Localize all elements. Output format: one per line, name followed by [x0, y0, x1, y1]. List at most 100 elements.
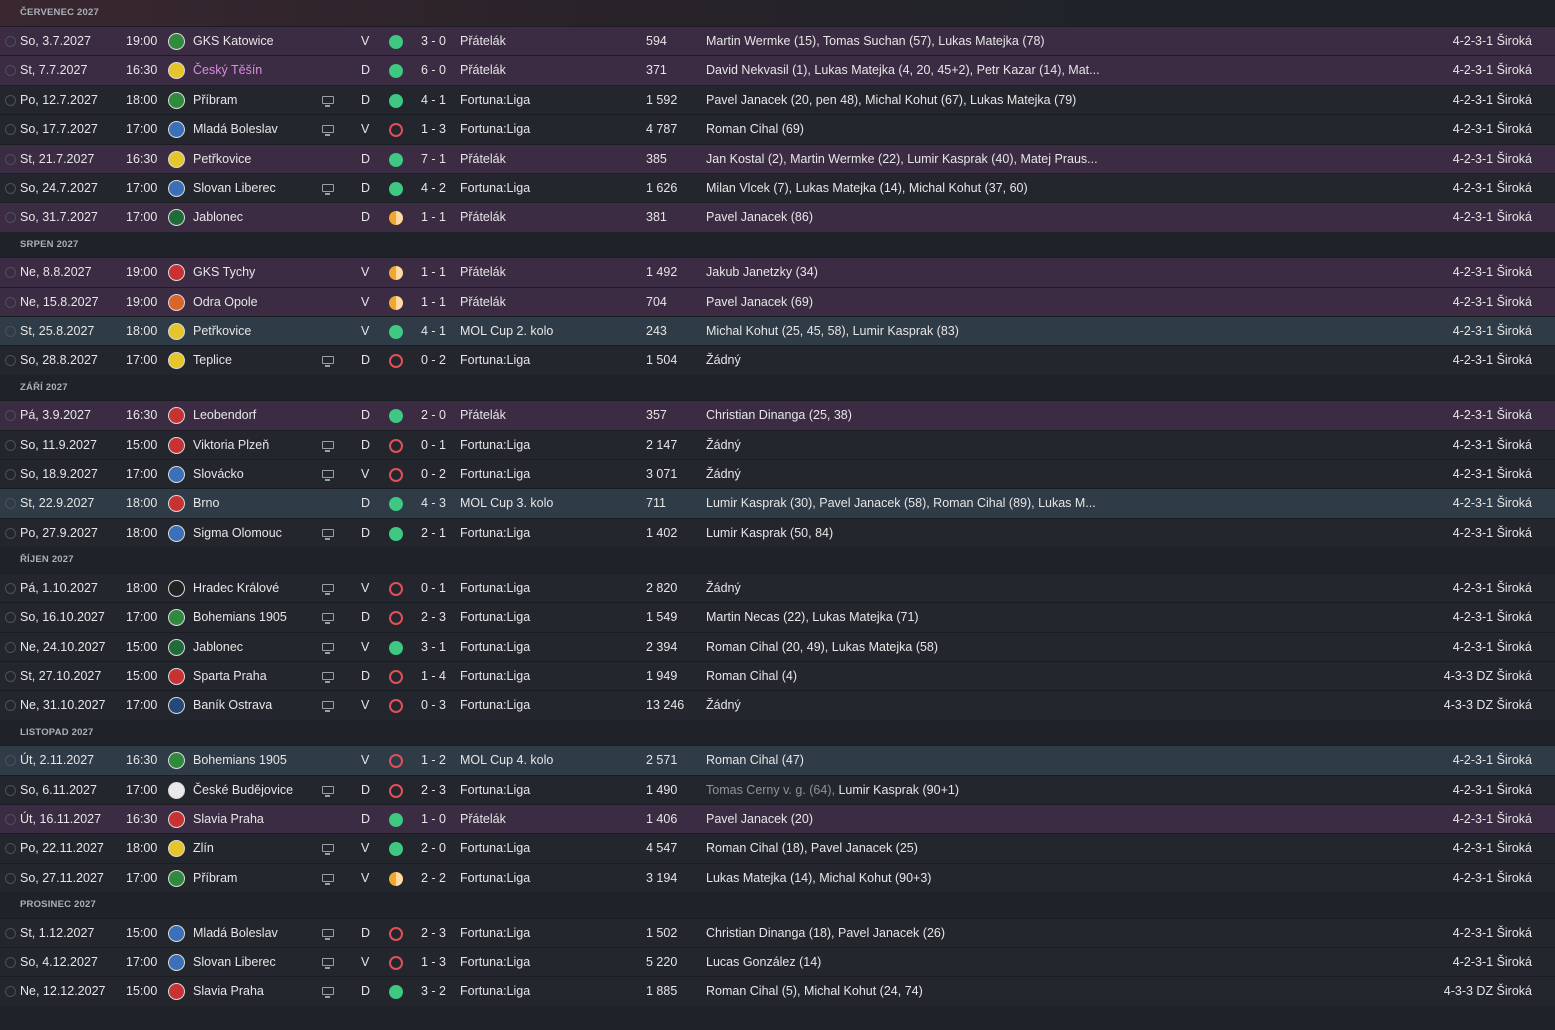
row-check-icon[interactable] — [5, 355, 16, 367]
row-check-icon[interactable] — [5, 326, 16, 338]
score[interactable]: 1 - 1 — [421, 288, 446, 317]
fixture-row[interactable]: So, 3.7.2027 19:00 GKS Katowice V 3 - 0 Přáte… — [0, 26, 1555, 56]
opponent-link[interactable]: Brno — [193, 489, 219, 518]
score[interactable]: 7 - 1 — [421, 145, 446, 174]
fixture-row[interactable]: St, 25.8.2027 18:00 Petřkovice V 4 - 1 MOL Cu… — [0, 316, 1555, 346]
score[interactable]: 4 - 1 — [421, 317, 446, 346]
score[interactable]: 0 - 2 — [421, 346, 446, 375]
competition[interactable]: Přátelák — [460, 288, 506, 317]
fixture-row[interactable]: Po, 12.7.2027 18:00 Příbram D 4 - 1 Fortuna:L… — [0, 84, 1555, 115]
competition[interactable]: Fortuna:Liga — [460, 864, 530, 893]
opponent-link[interactable]: Slovan Liberec — [193, 174, 276, 203]
score[interactable]: 3 - 0 — [421, 27, 446, 56]
competition[interactable]: Fortuna:Liga — [460, 86, 530, 115]
score[interactable]: 0 - 3 — [421, 691, 446, 720]
score[interactable]: 6 - 0 — [421, 56, 446, 85]
score[interactable]: 2 - 0 — [421, 401, 446, 430]
fixture-row[interactable]: So, 24.7.2027 17:00 Slovan Liberec D 4 - 2 Fo… — [0, 172, 1555, 203]
competition[interactable]: Fortuna:Liga — [460, 776, 530, 805]
opponent-link[interactable]: Baník Ostrava — [193, 691, 272, 720]
competition[interactable]: Fortuna:Liga — [460, 519, 530, 548]
opponent-link[interactable]: Slovan Liberec — [193, 948, 276, 977]
fixture-row[interactable]: Po, 22.11.2027 18:00 Zlín V 2 - 0 Fortuna:Lig… — [0, 833, 1555, 863]
competition[interactable]: Přátelák — [460, 805, 506, 834]
fixture-row[interactable]: So, 11.9.2027 15:00 Viktoria Plzeň D 0 - 1 Fo… — [0, 429, 1555, 460]
fixture-row[interactable]: Pá, 1.10.2027 18:00 Hradec Králové V 0 - 1 Fo… — [0, 572, 1555, 603]
row-check-icon[interactable] — [5, 872, 16, 884]
opponent-link[interactable]: Jablonec — [193, 203, 243, 232]
competition[interactable]: Fortuna:Liga — [460, 834, 530, 863]
fixture-row[interactable]: So, 31.7.2027 17:00 Jablonec D 1 - 1 Přátelák… — [0, 202, 1555, 232]
row-check-icon[interactable] — [5, 124, 16, 136]
opponent-link[interactable]: Mladá Boleslav — [193, 115, 278, 144]
score[interactable]: 1 - 4 — [421, 662, 446, 691]
score[interactable]: 1 - 3 — [421, 115, 446, 144]
score[interactable]: 0 - 1 — [421, 431, 446, 460]
score[interactable]: 1 - 2 — [421, 746, 446, 775]
fixture-row[interactable]: St, 1.12.2027 15:00 Mladá Boleslav D 2 - 3 Fo… — [0, 917, 1555, 948]
competition[interactable]: Fortuna:Liga — [460, 603, 530, 632]
row-check-icon[interactable] — [5, 94, 16, 106]
row-check-icon[interactable] — [5, 153, 16, 165]
row-check-icon[interactable] — [5, 36, 16, 47]
row-check-icon[interactable] — [5, 182, 16, 194]
opponent-link[interactable]: Jablonec — [193, 633, 243, 662]
fixture-row[interactable]: Ne, 31.10.2027 17:00 Baník Ostrava V 0 - 3 Fo… — [0, 690, 1555, 720]
opponent-link[interactable]: České Budějovice — [193, 776, 293, 805]
opponent-link[interactable]: Hradec Králové — [193, 574, 279, 603]
row-check-icon[interactable] — [5, 755, 16, 767]
score[interactable]: 2 - 0 — [421, 834, 446, 863]
row-check-icon[interactable] — [5, 582, 16, 594]
fixture-row[interactable]: St, 22.9.2027 18:00 Brno D 4 - 3 MOL Cup 3. k… — [0, 488, 1555, 518]
row-check-icon[interactable] — [5, 784, 16, 796]
opponent-link[interactable]: Slovácko — [193, 460, 244, 489]
fixture-row[interactable]: St, 21.7.2027 16:30 Petřkovice D 7 - 1 Přátel… — [0, 143, 1555, 174]
competition[interactable]: Fortuna:Liga — [460, 574, 530, 603]
opponent-link[interactable]: Slavia Praha — [193, 805, 264, 834]
fixture-row[interactable]: Ne, 12.12.2027 15:00 Slavia Praha D 3 - 2 For… — [0, 976, 1555, 1006]
score[interactable]: 4 - 1 — [421, 86, 446, 115]
row-check-icon[interactable] — [5, 498, 16, 510]
row-check-icon[interactable] — [5, 927, 16, 939]
row-check-icon[interactable] — [5, 439, 16, 451]
competition[interactable]: Fortuna:Liga — [460, 115, 530, 144]
competition[interactable]: Fortuna:Liga — [460, 431, 530, 460]
opponent-link[interactable]: Sparta Praha — [193, 662, 267, 691]
row-check-icon[interactable] — [5, 843, 16, 855]
fixture-row[interactable]: St, 7.7.2027 16:30 Český Těšín D 6 - 0 Přátel… — [0, 55, 1555, 85]
competition[interactable]: Přátelák — [460, 203, 506, 232]
row-check-icon[interactable] — [5, 527, 16, 539]
fixture-row[interactable]: St, 27.10.2027 15:00 Sparta Praha D 1 - 4 For… — [0, 660, 1555, 691]
fixture-row[interactable]: Po, 27.9.2027 18:00 Sigma Olomouc D 2 - 1 For… — [0, 517, 1555, 548]
competition[interactable]: Fortuna:Liga — [460, 691, 530, 720]
row-check-icon[interactable] — [5, 700, 16, 712]
competition[interactable]: Fortuna:Liga — [460, 919, 530, 948]
row-check-icon[interactable] — [5, 641, 16, 653]
opponent-link[interactable]: Sigma Olomouc — [193, 519, 282, 548]
opponent-link[interactable]: Bohemians 1905 — [193, 746, 287, 775]
competition[interactable]: Fortuna:Liga — [460, 948, 530, 977]
competition[interactable]: MOL Cup 4. kolo — [460, 746, 553, 775]
fixture-row[interactable]: So, 27.11.2027 17:00 Příbram V 2 - 2 Fortuna:… — [0, 862, 1555, 893]
opponent-link[interactable]: Příbram — [193, 864, 237, 893]
competition[interactable]: Přátelák — [460, 56, 506, 85]
score[interactable]: 2 - 2 — [421, 864, 446, 893]
score[interactable]: 1 - 0 — [421, 805, 446, 834]
opponent-link[interactable]: Příbram — [193, 86, 237, 115]
fixture-row[interactable]: Ne, 15.8.2027 19:00 Odra Opole V 1 - 1 Přátel… — [0, 286, 1555, 317]
fixture-row[interactable]: So, 4.12.2027 17:00 Slovan Liberec V 1 - 3 Fo… — [0, 947, 1555, 977]
competition[interactable]: Přátelák — [460, 27, 506, 56]
row-check-icon[interactable] — [5, 410, 16, 422]
fixture-row[interactable]: Ne, 8.8.2027 19:00 GKS Tychy V 1 - 1 Přátelák… — [0, 257, 1555, 287]
row-check-icon[interactable] — [5, 296, 16, 308]
score[interactable]: 2 - 3 — [421, 919, 446, 948]
row-check-icon[interactable] — [5, 212, 16, 224]
score[interactable]: 1 - 1 — [421, 203, 446, 232]
fixture-row[interactable]: Út, 16.11.2027 16:30 Slavia Praha D 1 - 0 Přá… — [0, 803, 1555, 834]
score[interactable]: 0 - 1 — [421, 574, 446, 603]
competition[interactable]: Přátelák — [460, 258, 506, 287]
opponent-link[interactable]: Petřkovice — [193, 145, 251, 174]
competition[interactable]: Přátelák — [460, 145, 506, 174]
opponent-link[interactable]: Bohemians 1905 — [193, 603, 287, 632]
opponent-link[interactable]: Odra Opole — [193, 288, 258, 317]
